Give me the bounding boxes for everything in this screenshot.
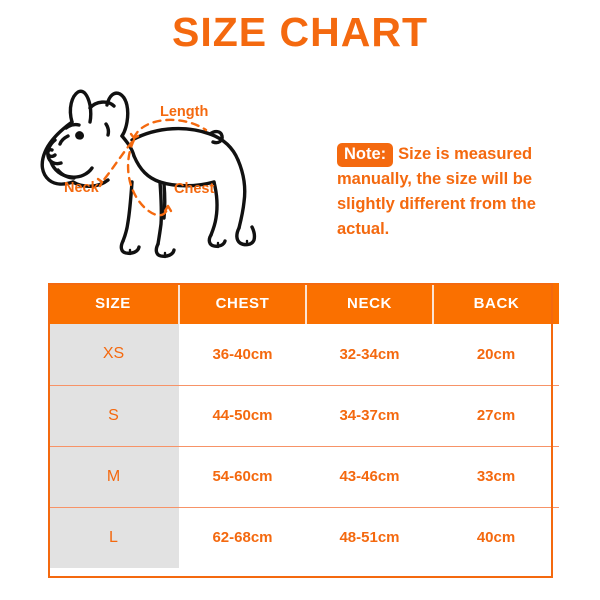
- cell-neck: 32-34cm: [306, 324, 433, 386]
- dog-measurement-illustration: Length Chest Neck: [28, 78, 318, 263]
- neck-label: Neck: [64, 180, 100, 196]
- cell-size: XS: [48, 324, 179, 386]
- cell-size: L: [48, 507, 179, 568]
- table-row: L 62-68cm 48-51cm 40cm: [48, 507, 559, 568]
- neck-guide-line: [100, 140, 134, 184]
- page-title: SIZE CHART: [172, 9, 428, 55]
- table-header-row: SIZE CHEST NECK BACK: [48, 283, 559, 324]
- table-row: XS 36-40cm 32-34cm 20cm: [48, 324, 559, 386]
- note-badge: Note:: [337, 143, 394, 167]
- cell-size: M: [48, 446, 179, 508]
- chest-label: Chest: [174, 181, 214, 197]
- size-chart-table: SIZE CHEST NECK BACK XS 36-40cm 32-34cm …: [48, 283, 559, 568]
- cell-back: 20cm: [433, 324, 559, 386]
- table-header: SIZE CHEST NECK BACK: [48, 283, 559, 324]
- column-header-chest: CHEST: [179, 283, 307, 324]
- column-header-back: BACK: [433, 283, 559, 324]
- measurement-guides: [100, 118, 208, 217]
- cell-back: 40cm: [433, 507, 559, 568]
- column-header-neck: NECK: [306, 283, 434, 324]
- cell-back: 27cm: [433, 385, 559, 447]
- cell-neck: 34-37cm: [306, 385, 433, 447]
- table-row: S 44-50cm 34-37cm 27cm: [48, 385, 559, 447]
- cell-chest: 54-60cm: [179, 446, 306, 508]
- note-block: Note: Size is measured manually, the size…: [337, 142, 567, 242]
- dog-outline-icon: [40, 89, 257, 259]
- cell-back: 33cm: [433, 446, 559, 508]
- column-header-size: SIZE: [48, 283, 180, 324]
- length-label: Length: [160, 104, 208, 120]
- cell-chest: 44-50cm: [179, 385, 306, 447]
- cell-chest: 36-40cm: [179, 324, 306, 386]
- cell-neck: 43-46cm: [306, 446, 433, 508]
- table-body: XS 36-40cm 32-34cm 20cm S 44-50cm 34-37c…: [48, 324, 559, 568]
- table-row: M 54-60cm 43-46cm 33cm: [48, 446, 559, 508]
- cell-size: S: [48, 385, 179, 447]
- cell-neck: 48-51cm: [306, 507, 433, 568]
- cell-chest: 62-68cm: [179, 507, 306, 568]
